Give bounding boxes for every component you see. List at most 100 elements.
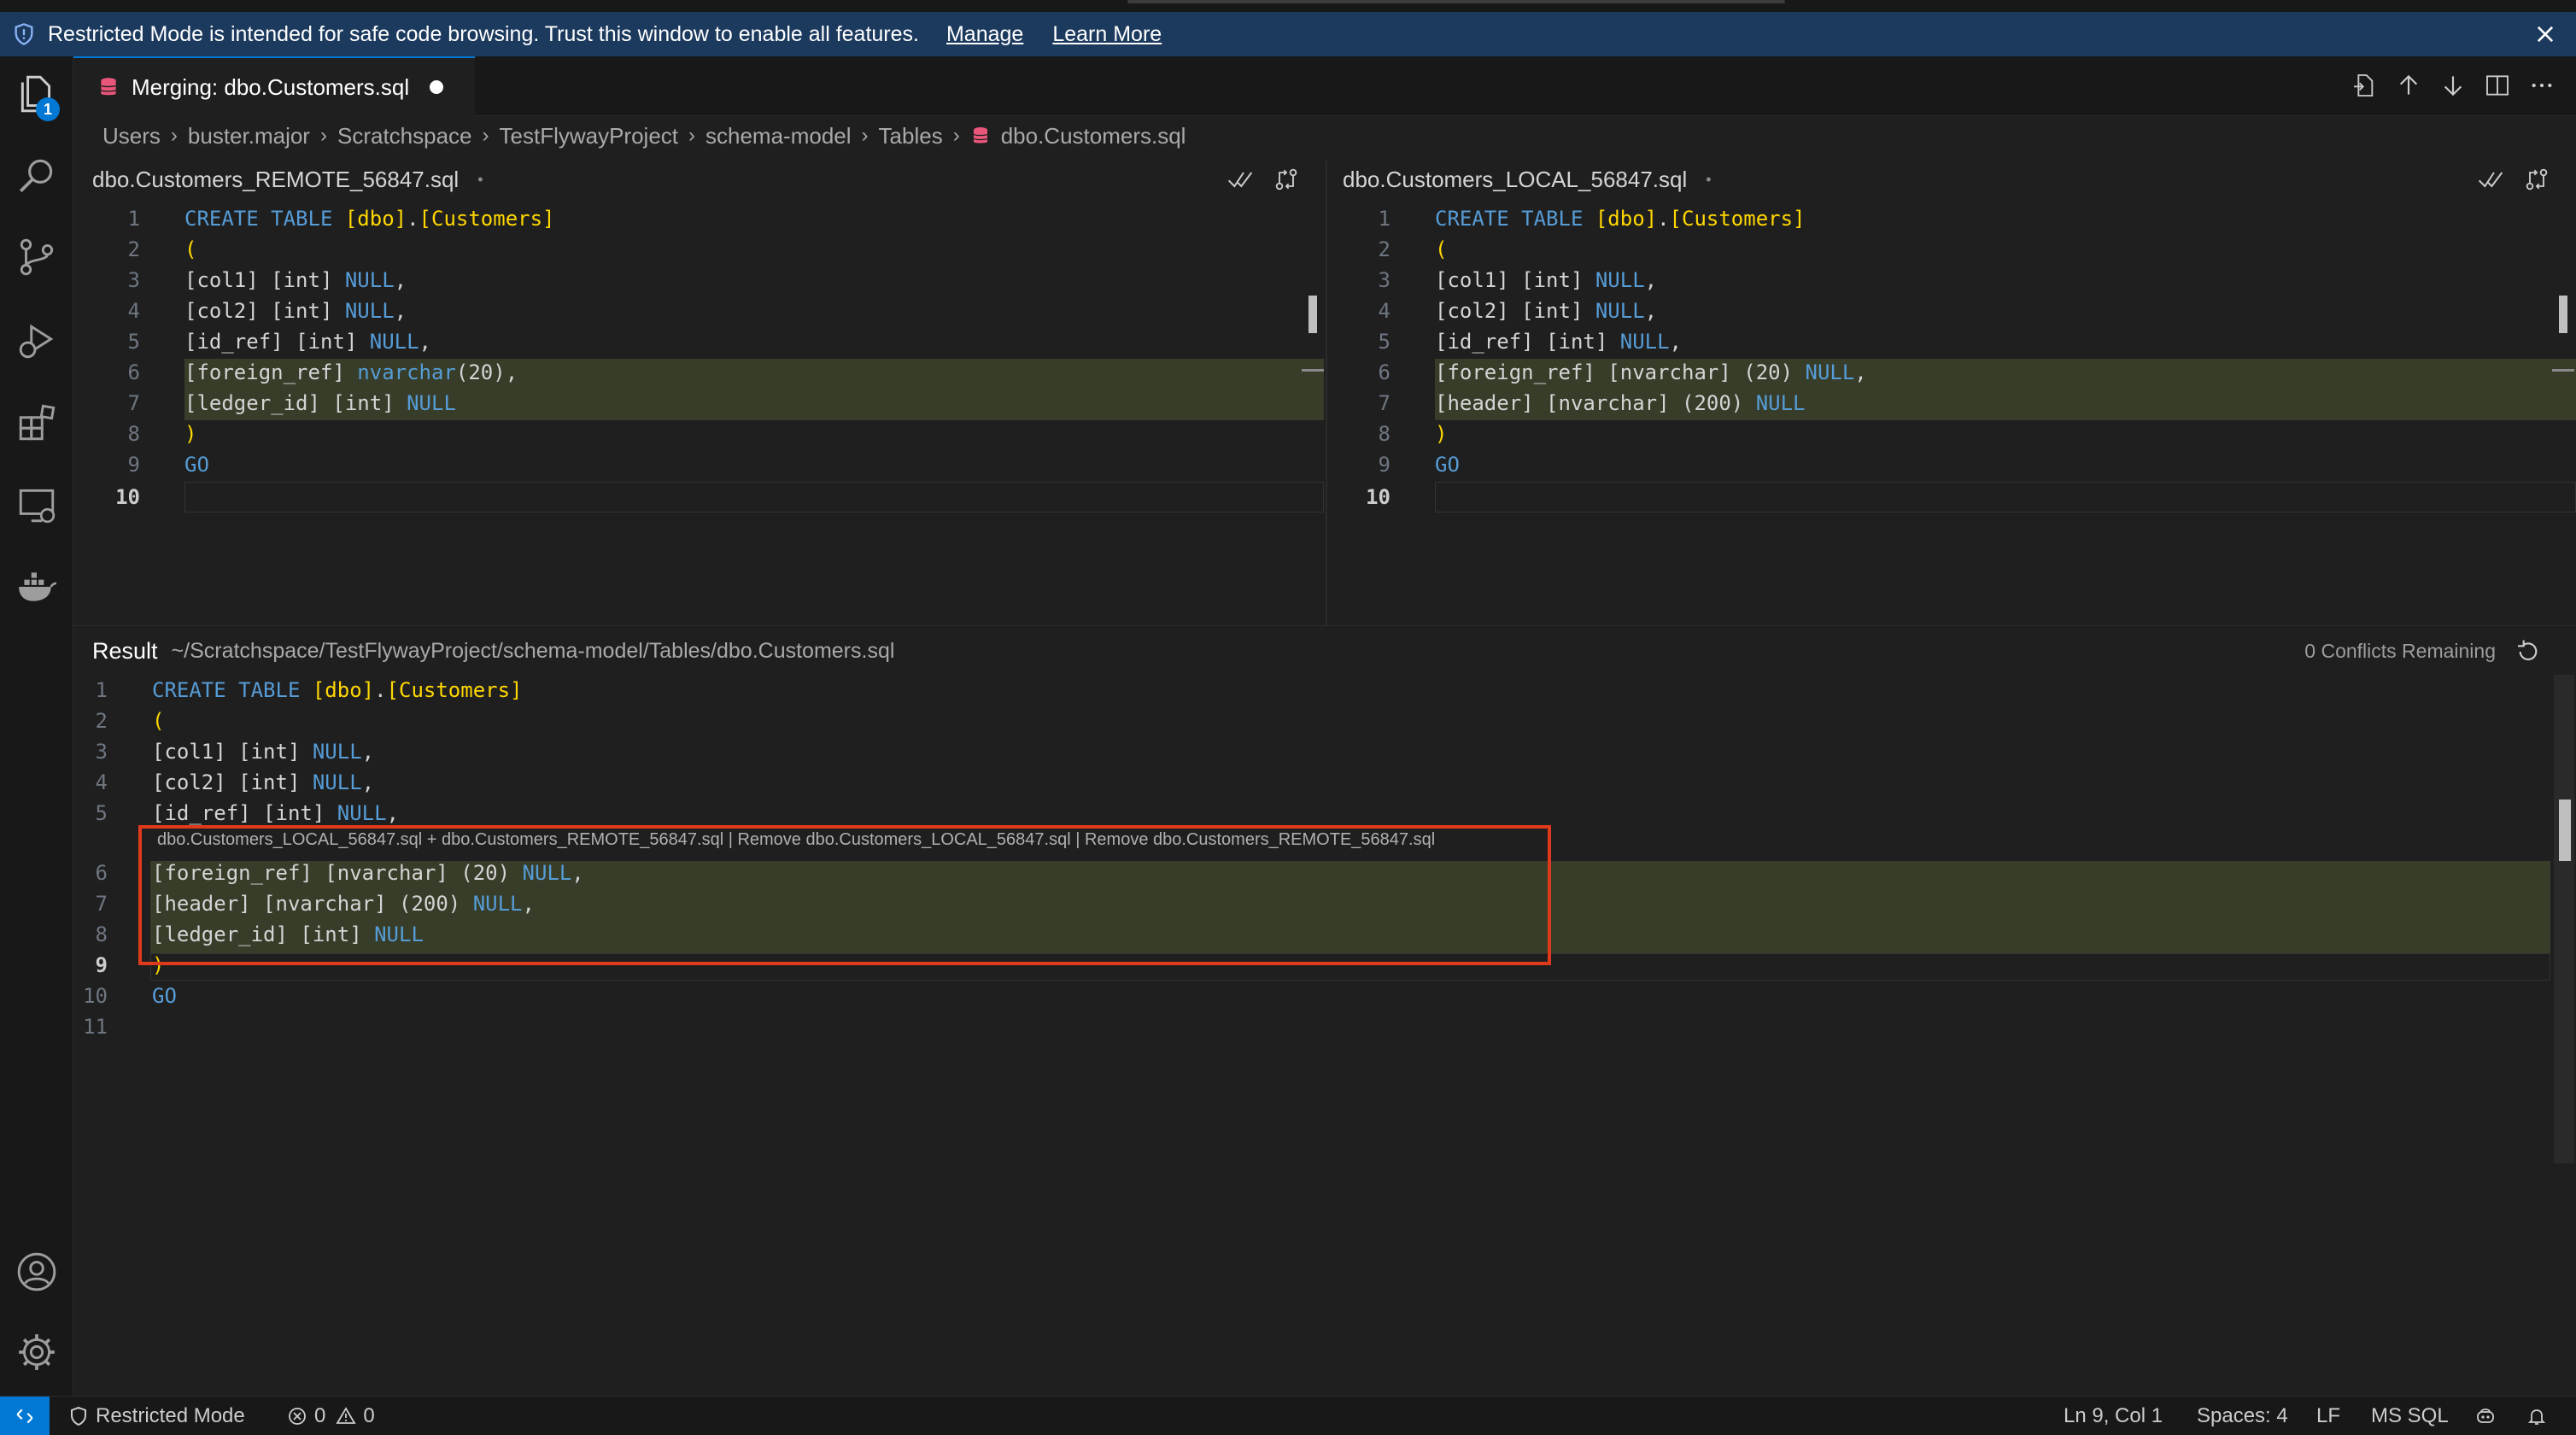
line-number: 8 — [1378, 422, 1390, 446]
docker-button[interactable] — [0, 550, 73, 624]
manage-link[interactable]: Manage — [946, 22, 1023, 47]
remote-indicator[interactable] — [0, 1397, 50, 1435]
compare-changes-icon[interactable] — [2523, 166, 2550, 193]
line-number-current: 10 — [1366, 485, 1390, 509]
breadcrumb-item[interactable]: Users — [102, 123, 161, 149]
copilot-icon — [2477, 1409, 2494, 1423]
line-number: 7 — [1378, 391, 1390, 415]
breadcrumb-item[interactable]: Tables — [879, 123, 943, 149]
line-number: 5 — [1378, 330, 1390, 354]
breadcrumb-file[interactable]: dbo.Customers.sql — [1001, 123, 1186, 149]
line-number: 3 — [127, 268, 140, 292]
learn-more-link[interactable]: Learn More — [1052, 22, 1162, 47]
line-number: 9 — [127, 453, 140, 477]
conflict-annotation-box — [138, 825, 1551, 965]
language-mode[interactable]: MS SQL — [2371, 1397, 2449, 1435]
line-number: 11 — [83, 1015, 108, 1039]
breadcrumb-item[interactable]: Scratchspace — [337, 123, 472, 149]
line-number: 2 — [95, 709, 108, 733]
line-number: 7 — [127, 391, 140, 415]
cursor-position[interactable]: Ln 9, Col 1 — [2064, 1397, 2163, 1435]
docker-icon — [19, 572, 56, 601]
line-number-current: 10 — [115, 485, 140, 509]
line-number: 1 — [1378, 207, 1390, 231]
copilot-status[interactable] — [2475, 1397, 2503, 1435]
explorer-badge: 1 — [36, 97, 60, 121]
reset-icon[interactable] — [2515, 638, 2542, 665]
breadcrumb-item[interactable]: buster.major — [188, 123, 310, 149]
remote-scrollbar-thumb[interactable] — [1308, 296, 1317, 333]
shield-icon — [15, 23, 33, 45]
chevron-right-icon: › — [952, 124, 960, 147]
line-number: 8 — [127, 422, 140, 446]
local-pane-title: dbo.Customers_LOCAL_56847.sql — [1343, 166, 1688, 192]
local-pane-header: dbo.Customers_LOCAL_56847.sql • — [1343, 161, 1712, 198]
result-scrollbar-thumb[interactable] — [2559, 800, 2571, 861]
split-editor-icon[interactable] — [2484, 72, 2511, 99]
breadcrumb-item[interactable]: TestFlywayProject — [500, 123, 679, 149]
remote-pane-tools — [1227, 166, 1300, 193]
editor-tab-bar: Merging: dbo.Customers.sql — [73, 56, 2576, 116]
account-icon — [17, 1252, 56, 1292]
problems-status[interactable]: 0 0 — [287, 1397, 375, 1435]
line-number: 8 — [95, 922, 108, 946]
chevron-right-icon: › — [170, 124, 178, 147]
local-code[interactable]: CREATE TABLE [dbo].[Customers] ( [col1] … — [1435, 203, 2545, 545]
conflicts-remaining: 0 Conflicts Remaining — [2304, 640, 2496, 662]
remote-code[interactable]: CREATE TABLE [dbo].[Customers] ( [col1] … — [184, 203, 1312, 545]
line-number: 3 — [95, 740, 108, 764]
compare-changes-icon[interactable] — [1273, 166, 1300, 193]
line-number: 5 — [95, 801, 108, 825]
line-number: 1 — [127, 207, 140, 231]
accept-all-icon[interactable] — [2477, 166, 2504, 193]
debug-icon — [19, 324, 54, 359]
accounts-button[interactable] — [0, 1235, 73, 1309]
manage-settings-button[interactable] — [0, 1315, 73, 1389]
shield-icon — [71, 1406, 86, 1426]
line-number: 3 — [1378, 268, 1390, 292]
notifications-status[interactable] — [2526, 1397, 2554, 1435]
result-scrollbar[interactable] — [2554, 675, 2574, 1163]
extensions-button[interactable] — [0, 386, 73, 460]
chevron-right-icon: › — [482, 124, 489, 147]
error-icon — [289, 1408, 306, 1425]
close-icon[interactable] — [2533, 22, 2557, 46]
title-grab-bar[interactable] — [1127, 0, 1785, 3]
restricted-mode-status[interactable]: Restricted Mode — [68, 1397, 245, 1435]
local-pane-tools — [2477, 166, 2550, 193]
line-number: 6 — [127, 360, 140, 384]
line-number: 2 — [127, 237, 140, 261]
local-scrollbar-thumb[interactable] — [2559, 296, 2567, 333]
more-actions-icon[interactable] — [2528, 72, 2556, 99]
open-file-icon[interactable] — [2351, 72, 2378, 99]
chevron-right-icon: › — [861, 124, 869, 147]
search-button[interactable] — [0, 138, 73, 212]
tab-merging-customers[interactable]: Merging: dbo.Customers.sql — [73, 56, 475, 116]
warning-icon — [336, 1407, 356, 1424]
gear-icon — [19, 1334, 55, 1370]
line-number: 6 — [95, 861, 108, 885]
run-debug-button[interactable] — [0, 304, 73, 378]
remote-pane-title: dbo.Customers_REMOTE_56847.sql — [92, 166, 460, 192]
eol-status[interactable]: LF — [2316, 1397, 2340, 1435]
indentation-status[interactable]: Spaces: 4 — [2197, 1397, 2288, 1435]
line-number: 5 — [127, 330, 140, 354]
breadcrumb-item[interactable]: schema-model — [705, 123, 852, 149]
arrow-down-icon[interactable] — [2439, 72, 2467, 99]
database-icon — [973, 127, 988, 144]
chevron-right-icon: › — [688, 124, 696, 147]
remote-explorer-button[interactable] — [0, 468, 73, 542]
editor-actions — [2351, 72, 2556, 99]
warning-count: 0 — [363, 1404, 375, 1427]
extensions-icon — [19, 404, 56, 441]
tab-title: Merging: dbo.Customers.sql — [132, 73, 410, 100]
line-number: 4 — [1378, 299, 1390, 323]
source-control-button[interactable] — [0, 220, 73, 294]
arrow-up-icon[interactable] — [2395, 72, 2422, 99]
database-icon — [100, 78, 117, 96]
accept-all-icon[interactable] — [1227, 166, 1254, 193]
restricted-mode-label: Restricted Mode — [96, 1404, 245, 1427]
unsaved-dot-icon[interactable] — [430, 80, 444, 94]
line-number: 7 — [95, 892, 108, 916]
explorer-button[interactable]: 1 — [0, 56, 73, 130]
